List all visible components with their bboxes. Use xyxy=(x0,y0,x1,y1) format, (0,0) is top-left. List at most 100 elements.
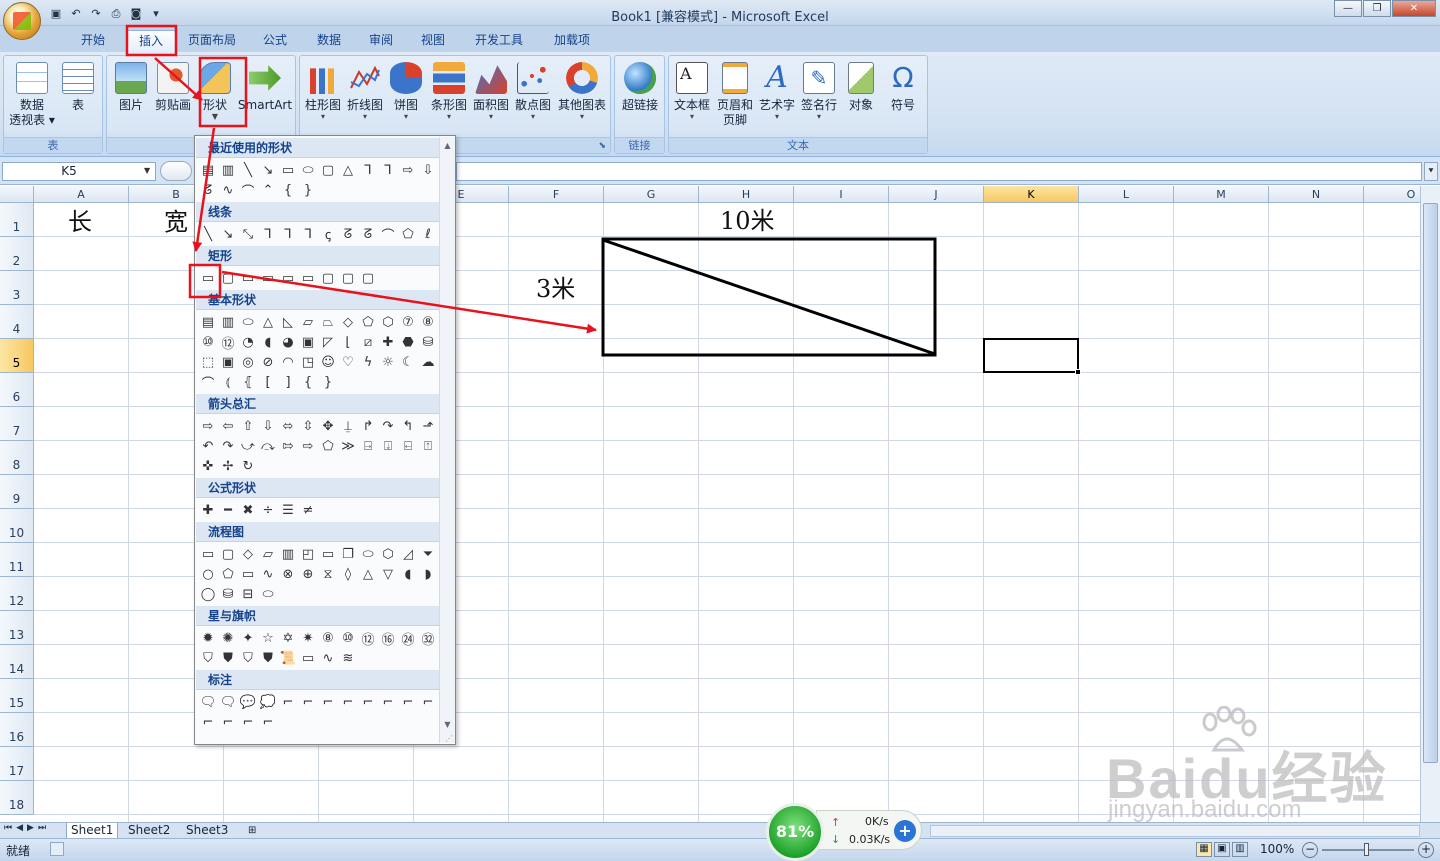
left-up-arrow-icon[interactable]: ↰ xyxy=(399,417,417,435)
cloud-icon[interactable]: ☁ xyxy=(419,353,437,371)
other-charts-button[interactable]: 其他图表 ▾ xyxy=(556,60,608,121)
arrow-icon[interactable]: ↘ xyxy=(219,225,237,243)
insert-function-button[interactable] xyxy=(160,161,192,181)
clipart-button[interactable]: 剪贴画 xyxy=(151,60,195,113)
line-chart-button[interactable]: 折线图 ▾ xyxy=(344,60,386,121)
sun-icon[interactable]: ☼ xyxy=(379,353,397,371)
line-callout2-icon[interactable]: ⌐ xyxy=(299,693,317,711)
u-turn-arrow-icon[interactable]: ↷ xyxy=(379,417,397,435)
alternate-process-icon[interactable]: ▢ xyxy=(219,545,237,563)
predefined-process-icon[interactable]: ▥ xyxy=(279,545,297,563)
double-arrow-icon[interactable]: ⤡ xyxy=(239,225,257,243)
symbol-button[interactable]: Ω 符号 xyxy=(883,60,923,113)
merge-icon[interactable]: ▽ xyxy=(379,565,397,583)
no-symbol-icon[interactable]: ⊘ xyxy=(259,353,277,371)
plus-icon[interactable]: ✚ xyxy=(199,501,217,519)
sheet-tab-1[interactable]: Sheet1 xyxy=(66,823,119,839)
tab-addins[interactable]: 加载项 xyxy=(544,30,600,52)
area-chart-button[interactable]: 面积图 ▾ xyxy=(470,60,512,121)
left-arrow-icon[interactable]: ⇦ xyxy=(219,417,237,435)
star7-icon[interactable]: ✷ xyxy=(299,629,317,647)
up-down-arrow-icon[interactable]: ⇳ xyxy=(299,417,317,435)
down-arrow-icon[interactable]: ⇩ xyxy=(259,417,277,435)
line-callout3-icon[interactable]: ⌐ xyxy=(319,693,337,711)
elbow-arrow-shape-icon[interactable]: ⅂ xyxy=(379,161,397,179)
bent-arrow-icon[interactable]: ↱ xyxy=(359,417,377,435)
tab-view[interactable]: 视图 xyxy=(410,30,456,52)
donut-icon[interactable]: ◎ xyxy=(239,353,257,371)
tab-home[interactable]: 开始 xyxy=(70,30,116,52)
data-icon[interactable]: ▱ xyxy=(259,545,277,563)
double-brace-icon[interactable]: ⦃ xyxy=(239,373,257,391)
textbox-shape-icon[interactable]: ▤ xyxy=(199,161,217,179)
sequential-access-icon[interactable]: ◯ xyxy=(199,585,217,603)
up-callout-arrow-icon[interactable]: ⍐ xyxy=(419,437,437,455)
rounded-rect-shape-icon[interactable]: ▢ xyxy=(319,161,337,179)
terminator-icon[interactable]: ⬭ xyxy=(359,545,377,563)
right-triangle-icon[interactable]: ◺ xyxy=(279,313,297,331)
network-speed-widget[interactable]: ↑ 0K/s ↓ 0.03K/s 81% + xyxy=(766,803,922,861)
right-callout-arrow-icon[interactable]: ⍈ xyxy=(359,437,377,455)
down-callout-arrow-icon[interactable]: ⍗ xyxy=(379,437,397,455)
vertical-textbox-shape-icon[interactable]: ▥ xyxy=(219,161,237,179)
rect-callout-icon[interactable]: 🗨 xyxy=(199,693,217,711)
left-right-arrow-icon[interactable]: ⬄ xyxy=(279,417,297,435)
cube-icon[interactable]: ⬚ xyxy=(199,353,217,371)
normal-view-icon[interactable]: ▦ xyxy=(1196,842,1212,857)
direct-access-icon[interactable]: ⊟ xyxy=(239,585,257,603)
accent-callout1-icon[interactable]: ⌐ xyxy=(359,693,377,711)
elbow-connector-shape-icon[interactable]: ⅂ xyxy=(359,161,377,179)
curved-down-ribbon-icon[interactable]: ⛊ xyxy=(259,649,277,667)
snip-round-rect-icon[interactable]: ▭ xyxy=(299,269,317,287)
curved-right-arrow-icon[interactable]: ↶ xyxy=(199,437,217,455)
fill-handle[interactable] xyxy=(1075,369,1081,375)
vertical-scroll-icon[interactable]: 📜 xyxy=(279,649,297,667)
scribble-icon[interactable]: ℓ xyxy=(419,225,437,243)
round-same-side-rect-icon[interactable]: ▢ xyxy=(339,269,357,287)
connector-icon[interactable]: ○ xyxy=(199,565,217,583)
elbow-double-arrow-icon[interactable]: ᒣ xyxy=(299,225,317,243)
elbow-icon[interactable]: ⅂ xyxy=(259,225,277,243)
manual-input-icon[interactable]: ◿ xyxy=(399,545,417,563)
horizontal-scroll-icon[interactable]: ▭ xyxy=(299,649,317,667)
star16-icon[interactable]: ⑯ xyxy=(379,629,397,648)
left-callout-arrow-icon[interactable]: ⍇ xyxy=(399,437,417,455)
horizontal-scrollbar[interactable] xyxy=(930,825,1420,837)
selected-cell-K5[interactable] xyxy=(983,338,1079,373)
process-icon[interactable]: ▭ xyxy=(199,545,217,563)
curved-icon[interactable]: ꞔ xyxy=(319,225,337,243)
curved-up-ribbon-icon[interactable]: ⛉ xyxy=(239,649,257,667)
curved-arrow-icon[interactable]: ᘔ xyxy=(339,225,357,243)
star6-icon[interactable]: ✡ xyxy=(279,629,297,647)
pivot-table-button[interactable]: 数据 透视表 ▾ xyxy=(7,60,57,128)
line-shape-icon[interactable]: ╲ xyxy=(239,161,257,179)
arrow-line-shape-icon[interactable]: ↘ xyxy=(259,161,277,179)
oval-callout-icon[interactable]: 💬 xyxy=(239,693,257,711)
display-icon[interactable]: ⬭ xyxy=(259,585,277,603)
speed-percent-circle[interactable]: 81% xyxy=(766,803,824,861)
signature-line-button[interactable]: ✎ 签名行 ▾ xyxy=(797,60,841,121)
round-diagonal-rect-icon[interactable]: ▢ xyxy=(359,269,377,287)
down-arrow-shape-icon[interactable]: ⇩ xyxy=(419,161,437,179)
resize-grip-icon[interactable]: ⋰ xyxy=(445,734,453,743)
arc-icon[interactable]: ⌒ xyxy=(199,373,217,392)
sheet-nav-arrows[interactable]: ⏮◀▶⏭ xyxy=(4,823,50,833)
rectangle-icon[interactable]: ▭ xyxy=(199,269,217,287)
dodecagon-icon[interactable]: ⑫ xyxy=(219,333,237,352)
down-ribbon-icon[interactable]: ⛊ xyxy=(219,649,237,667)
smiley-icon[interactable]: ☺ xyxy=(319,353,337,371)
moon-icon[interactable]: ☾ xyxy=(399,353,417,371)
arc-shape-icon[interactable]: ⌒ xyxy=(239,181,257,200)
scatter-chart-button[interactable]: 散点图 ▾ xyxy=(512,60,554,121)
explosion2-icon[interactable]: ✺ xyxy=(219,629,237,647)
rectangle-shape-icon[interactable]: ▭ xyxy=(279,161,297,179)
curve-shape-icon[interactable]: ∿ xyxy=(219,181,237,199)
pie-chart-button[interactable]: 饼图 ▾ xyxy=(388,60,424,121)
notched-right-arrow-icon[interactable]: ⇨ xyxy=(299,437,317,455)
octagon-icon[interactable]: ⑧ xyxy=(419,313,437,331)
chord-icon[interactable]: ◖ xyxy=(259,333,277,351)
multiply-icon[interactable]: ✖ xyxy=(239,501,257,519)
decagon-icon[interactable]: ⑩ xyxy=(199,333,217,351)
offpage-connector-icon[interactable]: ⬠ xyxy=(219,565,237,583)
border-callout3-icon[interactable]: ⌐ xyxy=(239,713,257,731)
